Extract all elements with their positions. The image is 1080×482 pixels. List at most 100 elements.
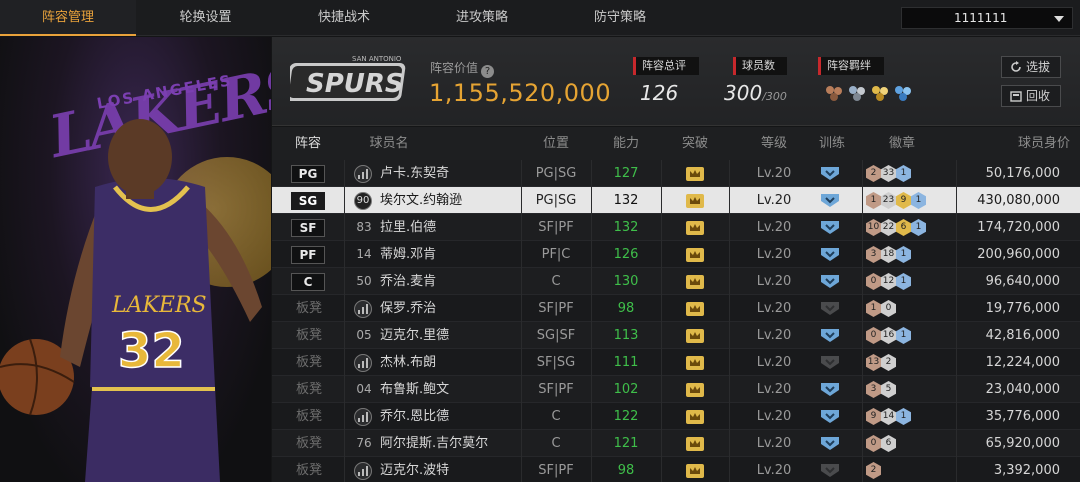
player-position: C xyxy=(551,436,561,451)
breakthrough-crown-icon[interactable] xyxy=(686,221,704,235)
table-row[interactable]: C 50 乔治.麦肯 C 130 Lv.20 0 12 1 96,640,000 xyxy=(272,268,1080,295)
badge-count: 1 xyxy=(911,219,926,236)
svg-text:32: 32 xyxy=(118,323,185,379)
header-position[interactable]: 位置 xyxy=(521,127,591,160)
column-divider xyxy=(862,160,863,187)
player-level: Lv.20 xyxy=(756,247,792,262)
player-name[interactable]: 乔尔.恩比德 xyxy=(380,403,449,430)
breakthrough-crown-icon[interactable] xyxy=(686,383,704,397)
column-divider xyxy=(344,376,345,403)
table-row[interactable]: 板凳 乔尔.恩比德 C 122 Lv.20 9 14 1 35,776,000 xyxy=(272,403,1080,430)
header-breakthrough[interactable]: 突破 xyxy=(661,127,729,160)
badge-count: 1 xyxy=(866,192,881,209)
spurs-logo-subtext: SAN ANTONIO xyxy=(352,55,402,63)
player-name[interactable]: 拉里.伯德 xyxy=(380,214,436,241)
table-row[interactable]: 板凳 保罗.乔治 SF|PF 98 Lv.20 1 0 19,776,000 xyxy=(272,295,1080,322)
breakthrough-crown-icon[interactable] xyxy=(686,167,704,181)
tab-offense-strategy[interactable]: 进攻策略 xyxy=(413,0,551,36)
tab-rotation-settings[interactable]: 轮换设置 xyxy=(136,0,275,36)
breakthrough-crown-icon[interactable] xyxy=(686,329,704,343)
column-divider xyxy=(956,349,957,376)
player-name[interactable]: 迈克尔.里德 xyxy=(380,322,449,349)
player-name[interactable]: 迈克尔.波特 xyxy=(380,457,449,482)
player-ability: 111 xyxy=(613,355,639,370)
badge-count: 16 xyxy=(881,327,896,344)
select-players-button[interactable]: 选拔 xyxy=(1001,56,1061,78)
column-divider xyxy=(661,457,662,482)
table-row[interactable]: 板凳 04 布鲁斯.鲍文 SF|PF 102 Lv.20 3 5 23,040,000 xyxy=(272,376,1080,403)
player-position: SG|SF xyxy=(536,328,576,343)
tab-defense-strategy[interactable]: 防守策略 xyxy=(551,0,689,36)
breakthrough-crown-icon[interactable] xyxy=(686,356,704,370)
header-badges[interactable]: 徽章 xyxy=(862,127,942,160)
training-shield-icon[interactable] xyxy=(820,382,840,397)
table-row[interactable]: PG 卢卡.东契奇 PG|SG 127 Lv.20 2 33 1 50,176,000 xyxy=(272,160,1080,187)
breakthrough-crown-icon[interactable] xyxy=(686,302,704,316)
training-shield-icon[interactable] xyxy=(820,463,840,478)
column-divider xyxy=(344,295,345,322)
player-level: Lv.20 xyxy=(756,301,792,316)
table-row[interactable]: 板凳 杰林.布朗 SF|SG 111 Lv.20 13 2 12,224,000 xyxy=(272,349,1080,376)
table-row[interactable]: 板凳 05 迈克尔.里德 SG|SF 113 Lv.20 0 16 1 42,816,000 xyxy=(272,322,1080,349)
lineup-value-label: 阵容价值? xyxy=(430,59,495,78)
training-shield-icon[interactable] xyxy=(820,247,840,262)
training-shield-icon[interactable] xyxy=(820,409,840,424)
player-name[interactable]: 保罗.乔治 xyxy=(380,295,436,322)
player-name[interactable]: 布鲁斯.鲍文 xyxy=(380,376,449,403)
tab-quick-tactics[interactable]: 快捷战术 xyxy=(275,0,413,36)
table-row[interactable]: 板凳 76 阿尔提斯.吉尔莫尔 C 121 Lv.20 0 6 65,920,000 xyxy=(272,430,1080,457)
header-player-name[interactable]: 球员名 xyxy=(344,127,434,160)
column-divider xyxy=(956,187,957,214)
table-row[interactable]: 板凳 迈克尔.波特 SF|PF 98 Lv.20 2 3,392,000 xyxy=(272,457,1080,482)
header-lineup[interactable]: 阵容 xyxy=(272,127,344,160)
player-name[interactable]: 埃尔文.约翰逊 xyxy=(380,187,462,214)
training-shield-icon[interactable] xyxy=(820,436,840,451)
training-shield-icon[interactable] xyxy=(820,355,840,370)
badge-count: 33 xyxy=(881,165,896,182)
badge-count: 0 xyxy=(866,273,881,290)
breakthrough-crown-icon[interactable] xyxy=(686,464,704,478)
player-name[interactable]: 卢卡.东契奇 xyxy=(380,160,449,187)
breakthrough-crown-icon[interactable] xyxy=(686,437,704,451)
bond-blue-icon[interactable] xyxy=(893,84,913,102)
breakthrough-crown-icon[interactable] xyxy=(686,248,704,262)
training-shield-icon[interactable] xyxy=(820,220,840,235)
header-training[interactable]: 训练 xyxy=(802,127,862,160)
signal-bars-icon xyxy=(354,300,372,318)
bond-gold-icon[interactable] xyxy=(870,84,890,102)
table-row[interactable]: SG 90 埃尔文.约翰逊 PG|SG 132 Lv.20 1 23 9 1 430,080,000 xyxy=(272,187,1080,214)
help-icon[interactable]: ? xyxy=(481,65,495,78)
breakthrough-crown-icon[interactable] xyxy=(686,194,704,208)
training-shield-icon[interactable] xyxy=(820,274,840,289)
bond-bronze-icon[interactable] xyxy=(824,84,844,102)
bond-silver-icon[interactable] xyxy=(847,84,867,102)
breakthrough-crown-icon[interactable] xyxy=(686,410,704,424)
training-shield-icon[interactable] xyxy=(820,328,840,343)
training-shield-icon[interactable] xyxy=(820,301,840,316)
training-shield-icon[interactable] xyxy=(820,166,840,181)
column-divider xyxy=(344,268,345,295)
breakthrough-crown-icon[interactable] xyxy=(686,275,704,289)
lineup-slot-badge: PG xyxy=(291,165,325,183)
header-ability[interactable]: 能力 xyxy=(591,127,661,160)
table-row[interactable]: PF 14 蒂姆.邓肯 PF|C 126 Lv.20 3 18 1 200,960,000 xyxy=(272,241,1080,268)
player-level: Lv.20 xyxy=(756,193,792,208)
column-divider xyxy=(862,403,863,430)
column-divider xyxy=(956,403,957,430)
player-position: SF|SG xyxy=(536,355,576,370)
jersey-number: 50 xyxy=(356,274,372,288)
table-row[interactable]: SF 83 拉里.伯德 SF|PF 132 Lv.20 10 22 6 1 174,720,000 xyxy=(272,214,1080,241)
team-select-dropdown[interactable]: 1111111 xyxy=(901,7,1073,29)
training-shield-icon[interactable] xyxy=(820,193,840,208)
player-name[interactable]: 杰林.布朗 xyxy=(380,349,436,376)
header-player-value[interactable]: 球员身价 xyxy=(962,127,1070,160)
player-name[interactable]: 乔治.麦肯 xyxy=(380,268,436,295)
player-level: Lv.20 xyxy=(756,220,792,235)
column-divider xyxy=(862,322,863,349)
tab-lineup-management[interactable]: 阵容管理 xyxy=(0,0,136,36)
column-divider xyxy=(344,403,345,430)
column-divider xyxy=(862,241,863,268)
recycle-button[interactable]: 回收 xyxy=(1001,85,1061,107)
player-name[interactable]: 蒂姆.邓肯 xyxy=(380,241,436,268)
player-name[interactable]: 阿尔提斯.吉尔莫尔 xyxy=(380,430,488,457)
